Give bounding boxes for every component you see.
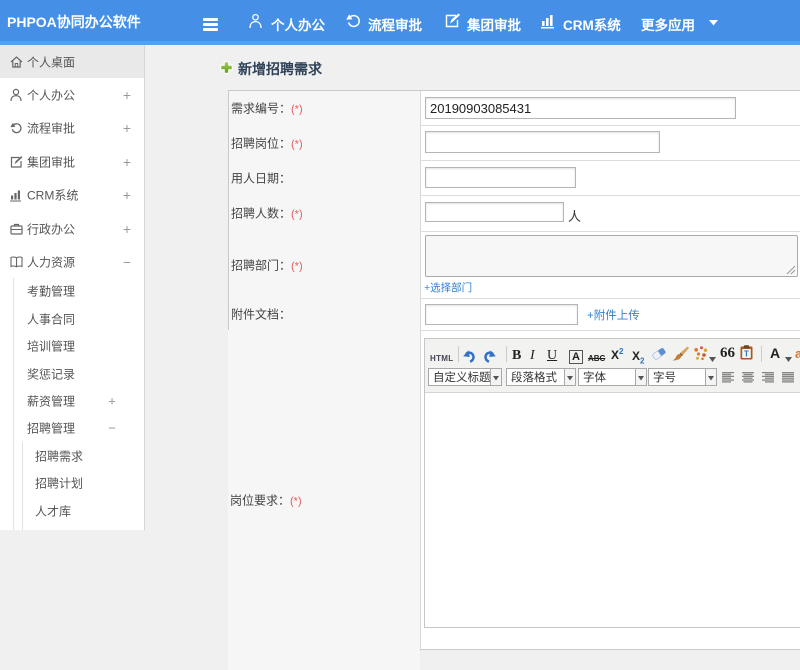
svg-text:T: T (744, 350, 749, 359)
